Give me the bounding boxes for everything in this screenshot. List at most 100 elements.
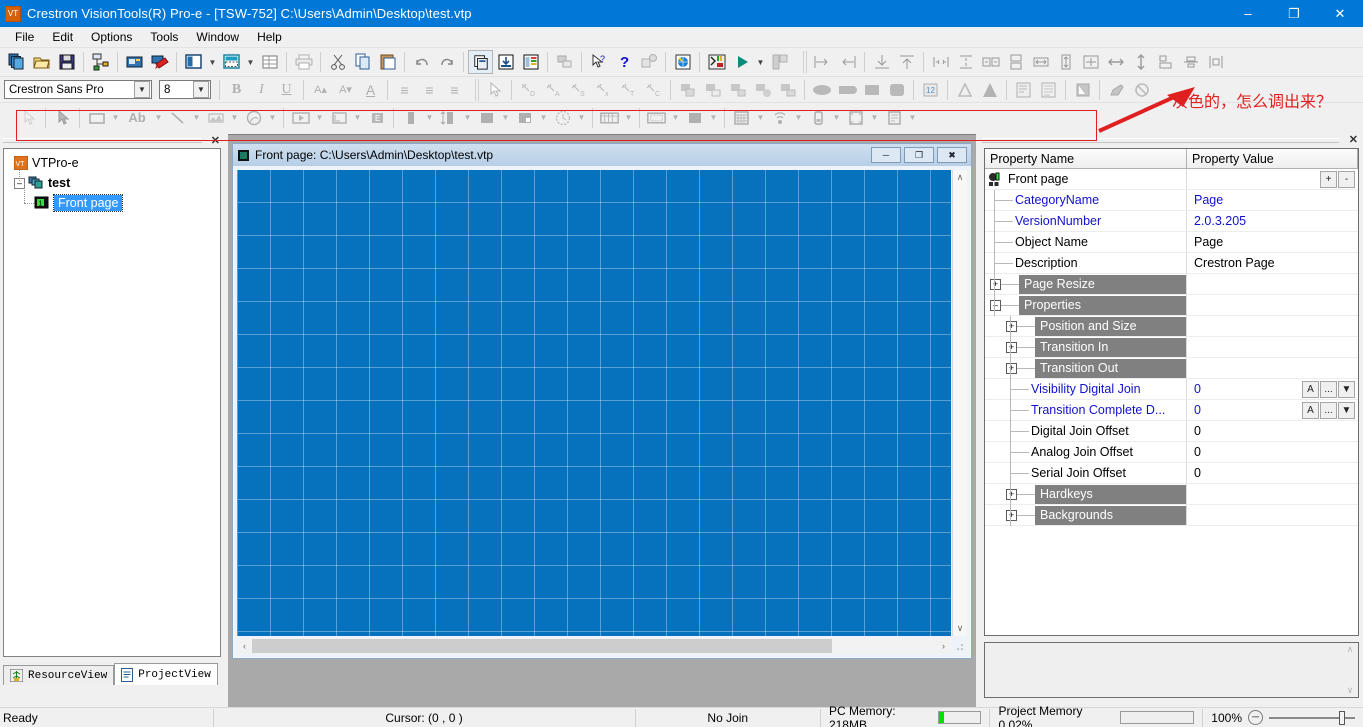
cut-icon[interactable] — [325, 50, 350, 74]
bring-front-icon[interactable] — [675, 78, 700, 102]
make-same-width-icon[interactable] — [978, 50, 1003, 74]
frame-caret-icon[interactable]: ▼ — [868, 106, 881, 130]
page-canvas[interactable] — [237, 170, 951, 636]
property-row-root[interactable]: Front page + - — [985, 169, 1358, 190]
property-value-cell[interactable] — [1187, 358, 1358, 378]
dropdown-caret-icon[interactable]: ▼ — [1338, 402, 1355, 419]
small-a-icon[interactable] — [952, 78, 977, 102]
video-icon[interactable] — [288, 106, 313, 130]
dropdown-caret-icon[interactable]: ▼ — [1338, 381, 1355, 398]
object-icon[interactable] — [636, 50, 661, 74]
description-scroll-down-icon[interactable]: ∨ — [1347, 685, 1354, 696]
rect-caret-icon[interactable]: ▼ — [537, 106, 550, 130]
menu-window[interactable]: Window — [187, 28, 248, 46]
property-value-cell[interactable]: Page — [1187, 232, 1358, 252]
subpage-view-icon[interactable] — [219, 50, 244, 74]
forward-icon[interactable] — [725, 78, 750, 102]
property-value-cell[interactable]: 0A...▼ — [1187, 379, 1358, 399]
wifi-caret-icon[interactable]: ▼ — [792, 106, 805, 130]
dial-icon[interactable] — [241, 106, 266, 130]
property-row[interactable]: CategoryNamePage — [985, 190, 1358, 211]
stack-icon[interactable] — [1153, 50, 1178, 74]
redo-icon[interactable] — [434, 50, 459, 74]
property-row[interactable]: +Transition Out — [985, 358, 1358, 379]
property-value-cell[interactable] — [1187, 295, 1358, 315]
square-icon[interactable] — [474, 106, 499, 130]
zoom-slider[interactable] — [1269, 711, 1355, 725]
canvas-horizontal-scrollbar[interactable]: ‹ › — [237, 638, 951, 654]
property-row[interactable]: Visibility Digital Join0A...▼ — [985, 379, 1358, 400]
size-to-both-icon[interactable] — [1078, 50, 1103, 74]
large-a-icon[interactable] — [977, 78, 1002, 102]
copy-pages-icon[interactable] — [468, 50, 493, 74]
document-icon[interactable] — [881, 106, 906, 130]
video-caret-icon[interactable]: ▼ — [313, 106, 326, 130]
menu-options[interactable]: Options — [82, 28, 141, 46]
align-top-icon[interactable] — [894, 50, 919, 74]
doc-list-icon[interactable] — [1036, 78, 1061, 102]
property-row[interactable]: +Page Resize — [985, 274, 1358, 295]
property-value-cell[interactable]: 2.0.3.205 — [1187, 211, 1358, 231]
property-row[interactable]: VersionNumber2.0.3.205 — [985, 211, 1358, 232]
keypad-caret-icon[interactable]: ▼ — [622, 106, 635, 130]
font-size-caret-icon[interactable]: ▼ — [193, 81, 209, 98]
project-tree[interactable]: VT VTPro-e – test — [3, 148, 221, 657]
center-vertical-icon[interactable] — [1128, 50, 1153, 74]
property-value-cell[interactable] — [1187, 484, 1358, 504]
property-row[interactable]: –Properties — [985, 295, 1358, 316]
font-name-caret-icon[interactable]: ▼ — [134, 81, 150, 98]
program-icon[interactable] — [122, 50, 147, 74]
property-row[interactable]: +Position and Size — [985, 316, 1358, 337]
print-icon[interactable] — [291, 50, 316, 74]
dpad-caret-icon[interactable]: ▼ — [669, 106, 682, 130]
page-view-caret-icon[interactable]: ▼ — [206, 50, 219, 74]
project-tree-icon[interactable] — [88, 50, 113, 74]
line-icon[interactable] — [165, 106, 190, 130]
size-to-width-icon[interactable] — [1028, 50, 1053, 74]
square-caret-icon[interactable]: ▼ — [499, 106, 512, 130]
subpage-view-caret-icon[interactable]: ▼ — [244, 50, 257, 74]
pointer-dim-icon[interactable] — [16, 106, 41, 130]
scroll-left-icon[interactable]: ‹ — [237, 639, 252, 654]
bar-icon[interactable] — [398, 106, 423, 130]
align-left-edge-icon[interactable] — [810, 50, 835, 74]
list-caret-icon[interactable]: ▼ — [351, 106, 364, 130]
text-caret-icon[interactable]: ▼ — [152, 106, 165, 130]
panel-caret-icon[interactable]: ▼ — [707, 106, 720, 130]
close-button[interactable]: ✕ — [1317, 0, 1363, 27]
clock-icon[interactable] — [550, 106, 575, 130]
property-row[interactable]: Analog Join Offset0 — [985, 442, 1358, 463]
property-grid[interactable]: Property Name Property Value Front page — [984, 148, 1359, 636]
send-back-icon[interactable] — [700, 78, 725, 102]
run-icon[interactable] — [729, 50, 754, 74]
smart-t-icon[interactable]: T — [616, 78, 641, 102]
text-icon[interactable]: Ab — [122, 106, 152, 130]
ellipse-icon[interactable] — [809, 78, 834, 102]
tab-resource-view[interactable]: ResourceView — [3, 665, 114, 685]
keypad-icon[interactable] — [597, 106, 622, 130]
resize-grip[interactable] — [953, 640, 966, 653]
frame-icon[interactable] — [843, 106, 868, 130]
space-vertical-icon[interactable] — [953, 50, 978, 74]
rounded-icon[interactable] — [834, 78, 859, 102]
scroll-down-icon[interactable]: ∨ — [953, 621, 968, 636]
paste-icon[interactable] — [375, 50, 400, 74]
align-right-edge-icon[interactable] — [835, 50, 860, 74]
shrink-font-icon[interactable]: A▾ — [333, 79, 358, 101]
align-left-button[interactable]: ≡ — [392, 79, 417, 101]
canvas-vertical-scrollbar[interactable]: ∧ ∨ — [952, 170, 967, 636]
project-panel-close-icon[interactable]: ✕ — [211, 134, 220, 147]
device-icon[interactable] — [805, 106, 830, 130]
make-same-height-icon[interactable] — [1003, 50, 1028, 74]
copy-icon[interactable] — [350, 50, 375, 74]
smart-c-icon[interactable]: C — [641, 78, 666, 102]
align-bottom-icon[interactable] — [869, 50, 894, 74]
tab-project-view[interactable]: ProjectView — [114, 663, 218, 685]
menu-file[interactable]: File — [6, 28, 43, 46]
properties-icon[interactable] — [518, 50, 543, 74]
property-value-cell[interactable]: 0 — [1187, 463, 1358, 483]
size-to-height-icon[interactable] — [1053, 50, 1078, 74]
property-value-cell[interactable]: 0 — [1187, 442, 1358, 462]
button-caret-icon[interactable]: ▼ — [109, 106, 122, 130]
scroll-up-icon[interactable]: ∧ — [953, 170, 968, 185]
